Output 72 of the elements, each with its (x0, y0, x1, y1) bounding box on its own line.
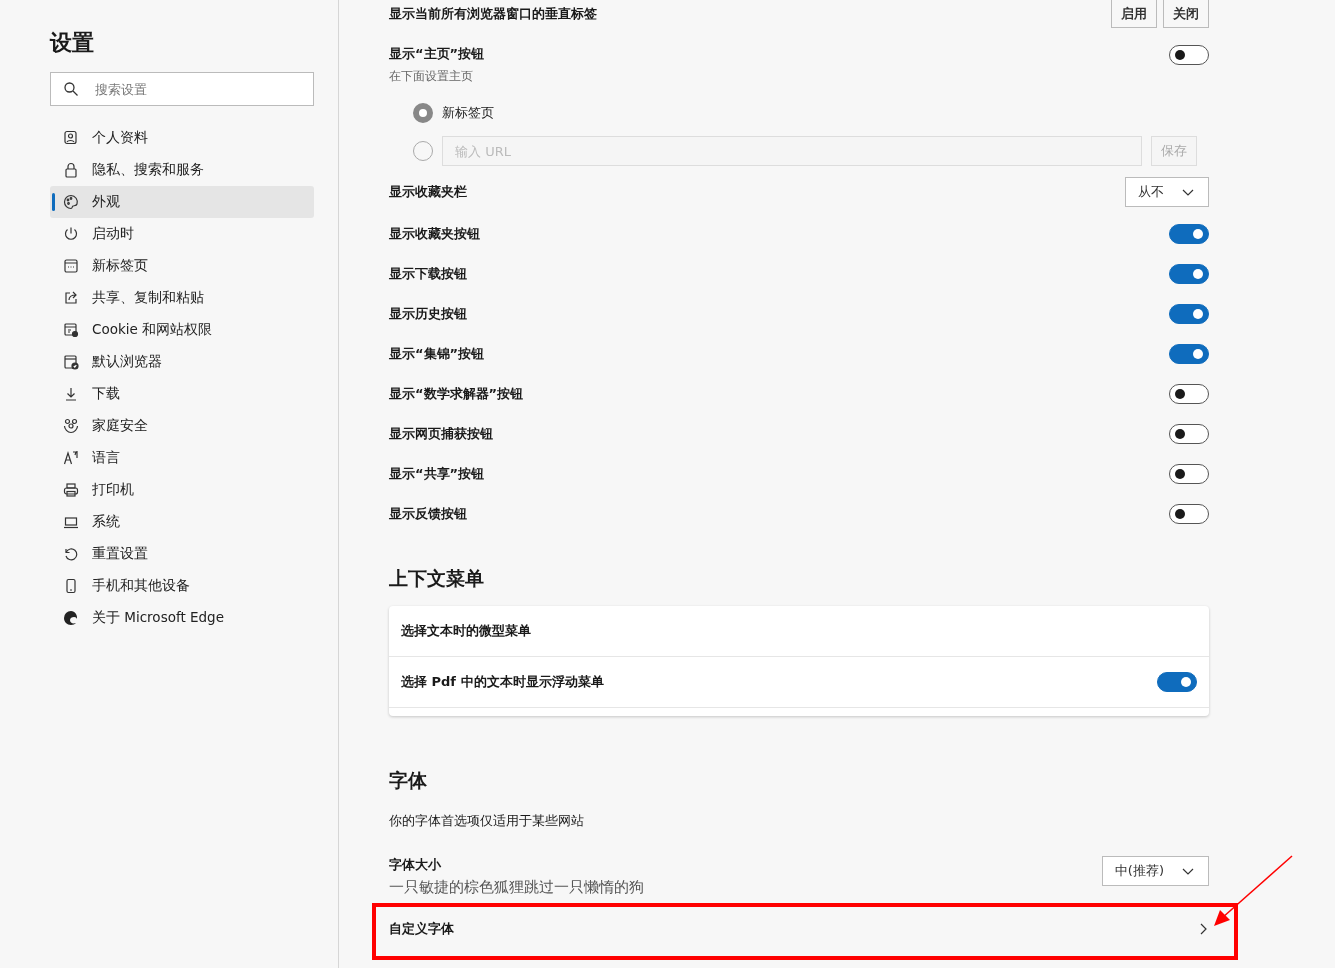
edge-logo-icon (63, 610, 79, 626)
reset-icon (63, 546, 79, 562)
new-tab-icon (63, 258, 79, 274)
share-icon (63, 290, 79, 306)
toggle-switch[interactable] (1169, 224, 1209, 244)
toggle-switch[interactable] (1169, 424, 1209, 444)
radio-button[interactable] (413, 103, 433, 123)
laptop-icon (63, 514, 79, 530)
download-icon (63, 386, 79, 402)
dropdown[interactable]: 中(推荐) (1101, 856, 1209, 886)
family-icon (63, 418, 79, 434)
setting-label: 显示当前所有浏览器窗口的垂直标签 (389, 5, 597, 23)
custom-fonts-link[interactable]: 自定义字体 (389, 912, 1209, 946)
toggle-switch[interactable] (1169, 304, 1209, 324)
power-icon (63, 226, 79, 242)
sidebar-item[interactable]: 关于 Microsoft Edge (50, 602, 314, 634)
cookie-settings-icon (63, 322, 79, 338)
setting-label: 显示收藏夹按钮 (389, 225, 480, 243)
sidebar-item[interactable]: 语言 (50, 442, 314, 474)
setting-label: 显示“主页”按钮 (389, 46, 485, 61)
font-sample-text: 一只敏捷的棕色狐狸跳过一只懒惰的狗 (389, 878, 644, 897)
sidebar-item[interactable]: 外观 (50, 186, 314, 218)
toggle-switch[interactable] (1169, 464, 1209, 484)
language-icon (63, 450, 79, 466)
setting-description: 在下面设置主页 (389, 69, 474, 84)
sidebar-item[interactable]: Cookie 和网站权限 (50, 314, 314, 346)
setting-label: 选择文本时的微型菜单 (401, 622, 531, 640)
sidebar-item[interactable]: 默认浏览器 (50, 346, 314, 378)
setting-label: 显示网页捕获按钮 (389, 425, 493, 443)
browser-check-icon (63, 354, 79, 370)
section-heading: 上下文菜单 (389, 566, 485, 591)
setting-label: 字体大小 (389, 856, 442, 874)
sidebar-item[interactable]: 家庭安全 (50, 410, 314, 442)
search-input[interactable]: 搜索设置 (93, 80, 297, 98)
option-button[interactable]: 关闭 (1163, 0, 1209, 28)
printer-icon (63, 482, 79, 498)
section-description: 你的字体首选项仅适用于某些网站 (389, 812, 585, 830)
profile-icon (63, 130, 79, 146)
sidebar-item[interactable]: 启动时 (50, 218, 314, 250)
search-field[interactable]: 搜索设置 (50, 72, 314, 106)
section-heading: 字体 (389, 768, 428, 793)
radio-label: 新标签页 (442, 104, 494, 122)
option-button[interactable]: 启用 (1111, 0, 1157, 28)
phone-icon (63, 578, 79, 594)
sidebar-item[interactable]: 手机和其他设备 (50, 570, 314, 602)
palette-icon (63, 194, 79, 210)
setting-label: 选择 Pdf 中的文本时显示浮动菜单 (401, 673, 604, 691)
toggle-switch[interactable] (1169, 384, 1209, 404)
sidebar-item[interactable]: 新标签页 (50, 250, 314, 282)
search-icon (63, 81, 79, 97)
sidebar-item[interactable]: 下载 (50, 378, 314, 410)
toggle-switch[interactable] (1169, 264, 1209, 284)
setting-label: 显示“共享”按钮 (389, 465, 485, 483)
sidebar-item[interactable]: 共享、复制和粘贴 (50, 282, 314, 314)
toggle-switch[interactable] (1169, 504, 1209, 524)
sidebar-item[interactable]: 个人资料 (50, 122, 314, 154)
sidebar-item[interactable]: 系统 (50, 506, 314, 538)
setting-label: 显示收藏夹栏 (389, 183, 467, 201)
setting-label: 显示“数学求解器”按钮 (389, 385, 524, 403)
sidebar-item[interactable]: 隐私、搜索和服务 (50, 154, 314, 186)
toggle-switch[interactable] (1169, 45, 1209, 65)
setting-label: 显示下载按钮 (389, 265, 467, 283)
sidebar-item[interactable]: 重置设置 (50, 538, 314, 570)
dropdown[interactable]: 从不 (1125, 177, 1209, 207)
setting-label: 显示历史按钮 (389, 305, 467, 323)
lock-icon (63, 162, 79, 178)
setting-label: 显示“集锦”按钮 (389, 345, 485, 363)
page-title: 设置 (50, 29, 95, 57)
setting-label: 显示反馈按钮 (389, 505, 467, 523)
toggle-switch[interactable] (1157, 672, 1197, 692)
sidebar-item[interactable]: 打印机 (50, 474, 314, 506)
toggle-switch[interactable] (1169, 344, 1209, 364)
